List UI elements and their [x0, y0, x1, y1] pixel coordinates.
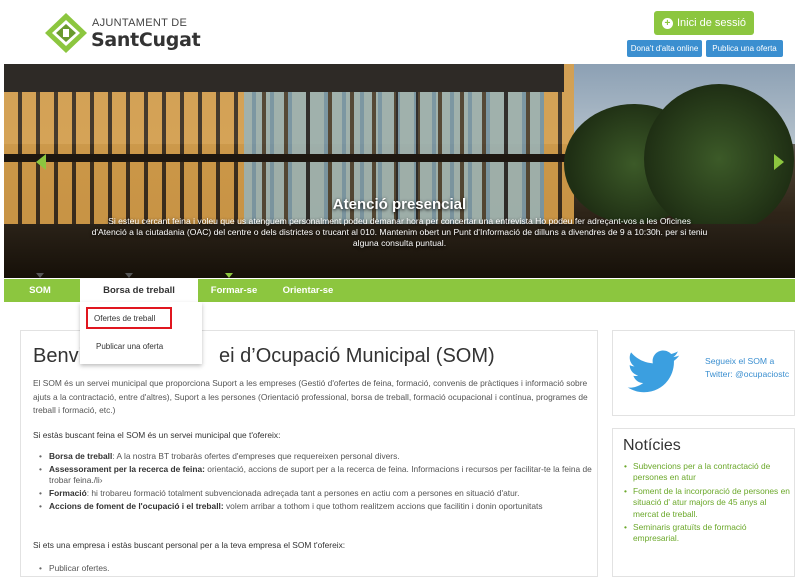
banner-caption: Atenció presencial Si esteu cercant fein…: [4, 196, 795, 249]
site-logo[interactable]: AJUNTAMENT DE SantCugat: [44, 12, 244, 53]
page: AJUNTAMENT DE SantCugat + Inici de sessi…: [0, 0, 799, 577]
news-item[interactable]: Foment de la incorporació de persones en…: [623, 486, 791, 520]
nav-label: Formar-se: [210, 285, 258, 296]
link-assessorament[interactable]: Assessorament per la recerca de feina:: [49, 464, 205, 474]
nav-item-orientar-se[interactable]: Orientar-se: [270, 279, 346, 302]
intro-paragraph: El SOM és un servei municipal que propor…: [33, 378, 588, 415]
main-nav: SOM Borsa de treball Formar-se Orientar-…: [4, 273, 795, 302]
banner-building-band: [4, 154, 574, 162]
twitter-follow-link[interactable]: Segueix el SOM a Twitter: @ocupaciostc: [705, 355, 793, 381]
link-borsa-de-treball[interactable]: Borsa de treball: [49, 451, 112, 461]
chevron-down-icon: [125, 273, 133, 278]
nav-item-formar-se[interactable]: Formar-se: [200, 273, 268, 302]
nav-label: SOM: [29, 285, 51, 296]
news-item[interactable]: Seminaris gratuïts de formació empresari…: [623, 522, 791, 545]
highlight-box: [86, 307, 172, 329]
section-heading-job-seekers: Si estàs buscant feina el SOM és un serv…: [33, 430, 281, 440]
nav-label: Borsa de treball: [103, 285, 175, 296]
plus-circle-icon: +: [661, 17, 673, 29]
job-seeker-services-list: Borsa de treball: A la nostra BT trobarà…: [33, 451, 593, 514]
login-button[interactable]: + Inici de sessió: [654, 11, 754, 35]
publish-offer-button[interactable]: Publica una oferta: [706, 40, 783, 57]
list-item: Borsa de treball: A la nostra BT trobarà…: [33, 451, 593, 462]
logo-line-1: AJUNTAMENT DE: [92, 17, 188, 29]
list-item: Accions de foment de l'ocupació i el tre…: [33, 501, 593, 512]
banner-building-roof: [4, 64, 564, 92]
twitter-bird-icon: [627, 350, 680, 393]
dropdown-item-publicar-una-oferta[interactable]: Publicar una oferta: [96, 342, 163, 351]
register-online-button[interactable]: Dona't d'alta online: [627, 40, 702, 57]
page-title-start: Benvi: [33, 345, 84, 367]
news-widget: Notícies Subvencions per a la contractac…: [612, 428, 795, 577]
banner-next-arrow-icon[interactable]: [774, 154, 784, 170]
site-header: AJUNTAMENT DE SantCugat + Inici de sessi…: [0, 0, 799, 64]
chevron-down-icon: [225, 273, 233, 278]
banner-title: Atenció presencial: [332, 196, 467, 213]
link-formacio[interactable]: Formació: [49, 488, 87, 498]
banner-prev-arrow-icon[interactable]: [36, 154, 46, 170]
nav-label: Orientar-se: [282, 285, 334, 296]
twitter-widget[interactable]: Segueix el SOM a Twitter: @ocupaciostc: [612, 330, 795, 416]
news-title: Notícies: [623, 437, 681, 454]
logo-line-2: SantCugat: [91, 29, 201, 51]
section-heading-companies: Si ets una empresa i estàs buscant perso…: [33, 540, 346, 550]
nav-item-borsa-de-treball[interactable]: Borsa de treball: [80, 273, 198, 302]
news-list: Subvencions per a la contractació de per…: [623, 461, 791, 547]
nav-item-som[interactable]: SOM: [20, 273, 60, 302]
chevron-down-icon: [36, 273, 44, 278]
hero-banner: Atenció presencial Si esteu cercant fein…: [4, 64, 795, 278]
banner-text: Si esteu cercant feina i voleu que us at…: [91, 216, 708, 248]
news-item[interactable]: Subvencions per a la contractació de per…: [623, 461, 791, 484]
page-title-end: ei d’Ocupació Municipal (SOM): [219, 345, 495, 367]
sant-cugat-logo-icon: [45, 13, 87, 53]
list-item: Assessorament per la recerca de feina: o…: [33, 464, 593, 486]
link-accions-foment[interactable]: Accions de foment de l'ocupació i el tre…: [49, 501, 224, 511]
list-item: Publicar ofertes.: [33, 563, 593, 574]
list-item: Formació: hi trobareu formació totalment…: [33, 488, 593, 499]
company-services-list: Publicar ofertes.: [33, 563, 593, 576]
main-content: Benvi ei d’Ocupació Municipal (SOM) El SO…: [20, 330, 598, 577]
login-label: Inici de sessió: [676, 17, 747, 29]
